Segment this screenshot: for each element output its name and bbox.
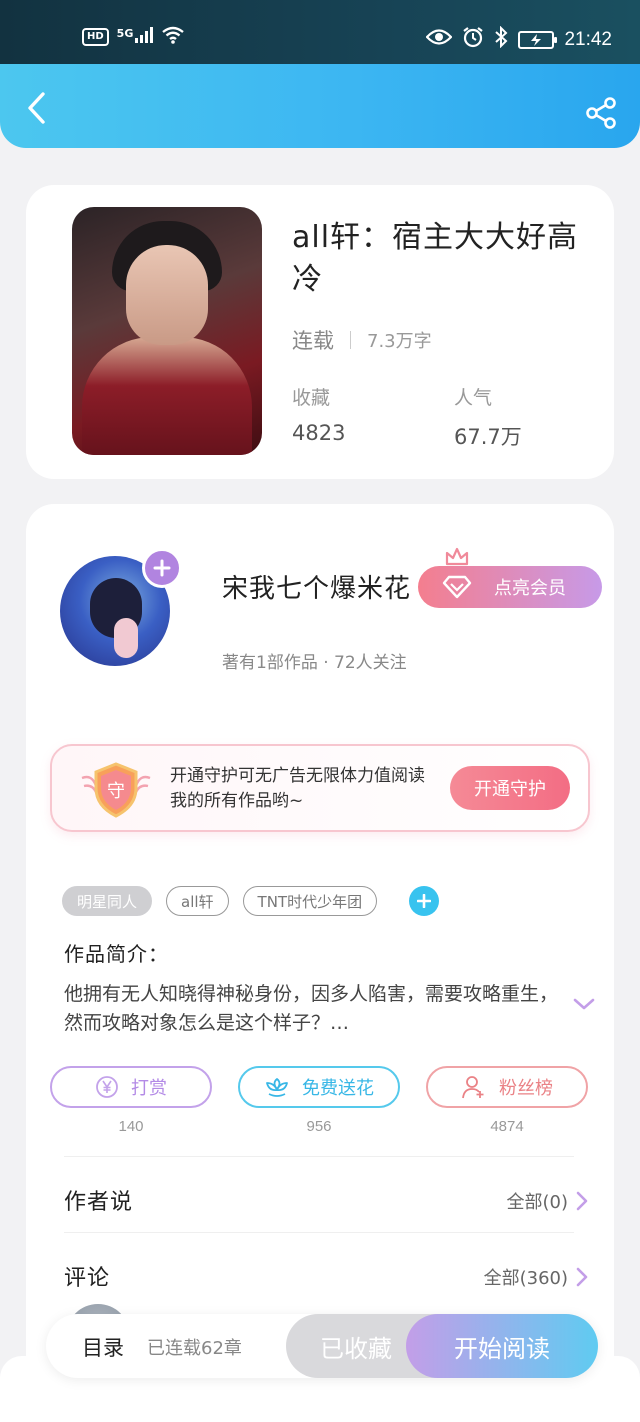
- eye-icon: [425, 28, 453, 51]
- tag-item[interactable]: TNT时代少年团: [242, 886, 378, 916]
- yen-icon: [96, 1076, 118, 1098]
- reward-label: 打赏: [131, 1078, 167, 1099]
- battery-icon: [518, 30, 558, 49]
- favorites-label: 收藏: [292, 387, 331, 409]
- comments-title: 评论: [64, 1266, 111, 1291]
- chapter-count: 已连载62章: [147, 1338, 242, 1359]
- divider: [350, 331, 351, 349]
- tag-item[interactable]: all轩: [166, 886, 229, 916]
- hd-badge: HD: [82, 28, 109, 46]
- send-flower-label: 免费送花: [302, 1078, 374, 1099]
- book-status-row: 连载 7.3万字: [292, 325, 432, 355]
- author-name[interactable]: 宋我七个爆米花: [222, 568, 411, 605]
- divider: [64, 1232, 574, 1233]
- network-label: 5G: [116, 26, 134, 40]
- open-guard-button[interactable]: 开通守护: [450, 766, 570, 810]
- flower-count: 956: [306, 1118, 332, 1135]
- author-says-title: 作者说: [64, 1190, 134, 1215]
- intro-text: 他拥有无人知晓得神秘身份，因多人陷害，需要攻略重生，然而攻略对象怎么是这个样子？…: [64, 983, 559, 1034]
- author-says-all-link[interactable]: 全部(0): [507, 1188, 589, 1214]
- chevron-left-icon: [28, 92, 45, 124]
- fans-rank-label: 粉丝榜: [499, 1078, 553, 1099]
- person-icon: [462, 1076, 484, 1099]
- tag-item[interactable]: 明星同人: [62, 886, 153, 916]
- chevron-right-icon: [576, 1191, 588, 1211]
- clock: 21:42: [564, 28, 612, 50]
- serial-status: 连载: [292, 329, 334, 353]
- fans-rank-button[interactable]: 粉丝榜: [426, 1066, 588, 1108]
- flower-icon: [266, 1078, 288, 1097]
- status-bar: HD 5G 21:42: [0, 0, 640, 64]
- guard-text: 开通守护可无广告无限体力值阅读我的所有作品哟~: [170, 766, 425, 811]
- book-title: all轩：宿主大大好高冷: [292, 220, 579, 297]
- author-says-all-label: 全部(0): [506, 1192, 569, 1213]
- vip-button-label: 点亮会员: [494, 578, 566, 599]
- chevron-down-icon[interactable]: [572, 996, 596, 1012]
- book-cover[interactable]: [72, 207, 262, 455]
- share-icon: [586, 97, 616, 129]
- popularity-value: 67.7万: [454, 425, 522, 449]
- start-reading-button[interactable]: 开始阅读: [406, 1314, 598, 1378]
- send-flower-button[interactable]: 免费送花: [238, 1066, 400, 1108]
- diamond-icon: [442, 575, 472, 599]
- book-info-card: all轩：宿主大大好高冷 连载 7.3万字 收藏 4823 人气 67.7万: [26, 185, 614, 479]
- share-button[interactable]: [584, 96, 618, 130]
- guard-banner: 守 开通守护可无广告无限体力值阅读我的所有作品哟~ 开通守护: [50, 744, 590, 832]
- back-button[interactable]: [20, 92, 52, 124]
- alarm-icon: [462, 26, 484, 53]
- bottom-action-bar: 目录 已连载62章 已收藏 开始阅读: [46, 1314, 598, 1378]
- reward-count: 140: [118, 1118, 144, 1135]
- vip-button[interactable]: 点亮会员: [418, 566, 602, 608]
- crown-icon: [445, 547, 469, 566]
- author-card: 宋我七个爆米花 点亮会员 著有1部作品 · 72人关注 守 开通守护可无广告无限…: [26, 504, 614, 1422]
- bluetooth-icon: [494, 25, 508, 53]
- word-count: 7.3万字: [367, 331, 432, 352]
- tag-list: 明星同人 all轩 TNT时代少年团: [62, 886, 440, 916]
- divider: [64, 1156, 574, 1157]
- add-tag-button[interactable]: [409, 886, 440, 916]
- guard-shield-icon: 守: [81, 762, 151, 818]
- follow-plus-button[interactable]: [142, 548, 182, 588]
- plus-icon: [153, 559, 171, 577]
- guard-shield-char: 守: [107, 781, 125, 802]
- comments-all-label: 全部(360): [483, 1268, 568, 1289]
- plus-icon: [417, 894, 432, 908]
- header: [0, 64, 640, 148]
- popularity-label: 人气: [454, 387, 493, 409]
- toc-button[interactable]: 目录: [82, 1332, 124, 1362]
- intro-label: 作品简介：: [64, 942, 169, 966]
- author-meta: 著有1部作品 · 72人关注: [222, 653, 407, 673]
- fans-count: 4874: [490, 1118, 524, 1135]
- signal-icon: [135, 27, 154, 47]
- favorites-value: 4823: [292, 421, 346, 445]
- wifi-icon: [161, 26, 185, 48]
- reward-button[interactable]: 打赏: [50, 1066, 212, 1108]
- chevron-right-icon: [576, 1267, 588, 1287]
- comments-all-link[interactable]: 全部(360): [484, 1264, 588, 1290]
- favorited-label: 已收藏: [320, 1334, 392, 1363]
